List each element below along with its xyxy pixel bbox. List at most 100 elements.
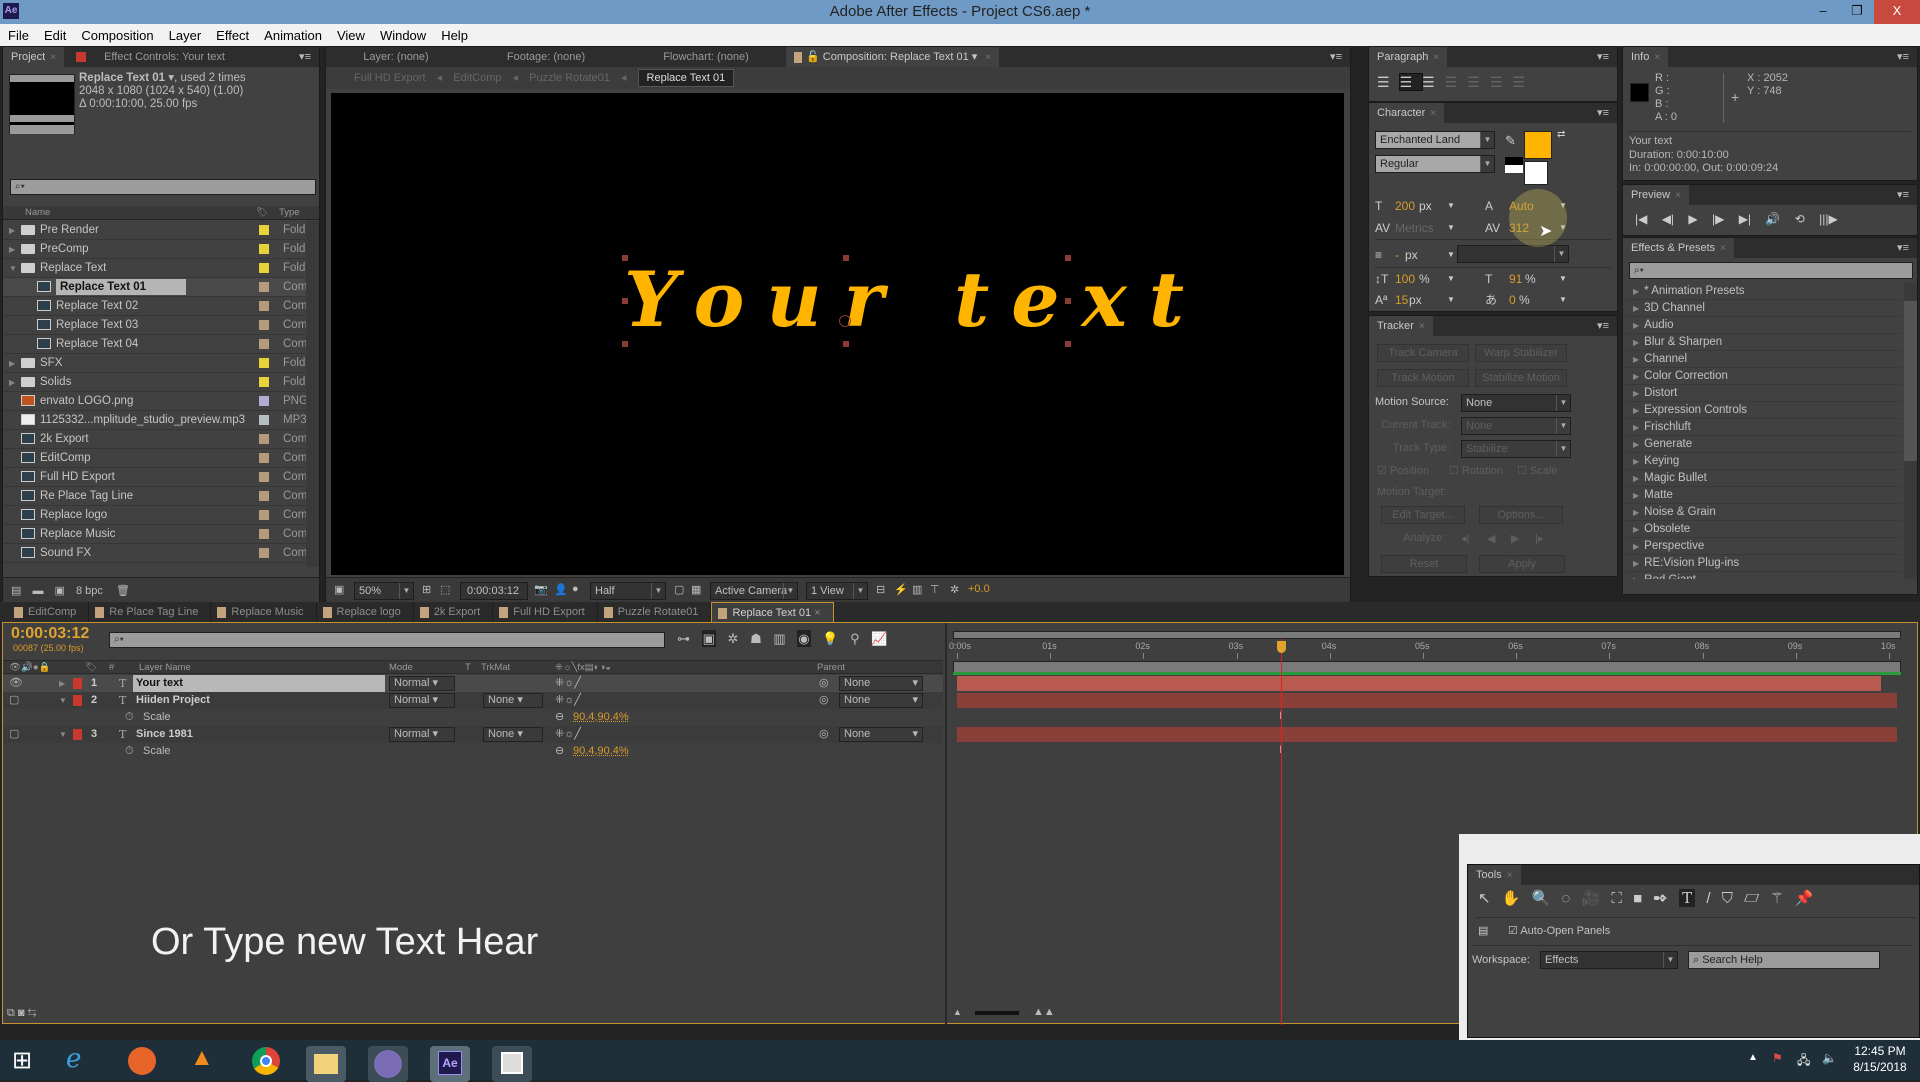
- timeline-tab[interactable]: EditComp: [8, 602, 90, 622]
- expand-arrow-icon[interactable]: ▶: [1633, 372, 1639, 381]
- label-color-swatch[interactable]: [259, 491, 269, 501]
- collapsed-arrow-icon[interactable]: ▶: [9, 221, 21, 240]
- project-scrollbar[interactable]: [306, 221, 319, 567]
- panel-menu-icon[interactable]: ▾≡: [299, 50, 311, 63]
- audio-icon[interactable]: 🔊: [1765, 212, 1780, 226]
- always-preview-icon[interactable]: ▣: [334, 583, 344, 596]
- label-color-swatch[interactable]: [259, 282, 269, 292]
- parent-dropdown[interactable]: None ▾: [839, 693, 923, 708]
- collapsed-arrow-icon[interactable]: ▶: [9, 373, 21, 392]
- exposure-value[interactable]: +0.0: [968, 583, 990, 595]
- property-row[interactable]: ⏱ Scale ⊖ 90.4,90.4%: [3, 709, 943, 726]
- swap-colors-icon[interactable]: ⇄: [1557, 129, 1565, 140]
- layer-mode-dropdown[interactable]: Normal ▾: [389, 676, 455, 691]
- layer-label-color[interactable]: [73, 678, 82, 689]
- panel-menu-icon[interactable]: ▾≡: [1597, 106, 1609, 119]
- frame-blending-icon[interactable]: ▥: [773, 631, 785, 646]
- visibility-icon[interactable]: ▢: [9, 726, 19, 743]
- minimize-button[interactable]: –: [1806, 0, 1840, 24]
- effects-category[interactable]: ▶ Obsolete: [1625, 521, 1901, 538]
- horizontal-scale-value[interactable]: 91: [1509, 268, 1522, 290]
- project-item[interactable]: Full HD Export Com: [3, 468, 307, 487]
- effects-category[interactable]: ▶ Distort: [1625, 385, 1901, 402]
- expanded-arrow-icon[interactable]: ▼: [59, 692, 67, 709]
- eyedropper-icon[interactable]: ✎: [1505, 133, 1516, 149]
- effects-scrollbar[interactable]: [1904, 283, 1917, 579]
- effects-category[interactable]: ▶Red Giant: [1625, 572, 1901, 579]
- zoom-in-icon[interactable]: ▲▲: [1033, 1006, 1055, 1018]
- brush-tool-icon[interactable]: /: [1706, 890, 1710, 907]
- pen-tool-icon[interactable]: ✒: [1653, 890, 1668, 907]
- warp-stabilizer-button[interactable]: Warp Stabilizer: [1475, 344, 1567, 362]
- expand-arrow-icon[interactable]: ▶: [1633, 304, 1639, 313]
- transparency-grid-icon[interactable]: ⬚: [440, 583, 450, 596]
- vlc-icon[interactable]: ▲: [190, 1044, 214, 1072]
- camera-tool-icon[interactable]: 🎥: [1582, 890, 1601, 907]
- label-tag-icon[interactable]: 🏷: [85, 661, 97, 674]
- expand-arrow-icon[interactable]: ▶: [1633, 338, 1639, 347]
- black-white-swatch[interactable]: [1505, 157, 1523, 173]
- project-item[interactable]: envato LOGO.png PNG: [3, 392, 308, 411]
- label-color-swatch[interactable]: [259, 510, 269, 520]
- volume-icon[interactable]: 🔈: [1822, 1051, 1837, 1065]
- draft-3d-icon[interactable]: ✲: [728, 631, 739, 646]
- scale-value[interactable]: 90.4,90.4%: [573, 743, 629, 760]
- text-layer-bounds[interactable]: Your text: [624, 257, 1184, 343]
- position-checkbox[interactable]: ☑ Position: [1377, 464, 1429, 477]
- interpret-footage-icon[interactable]: ▤: [11, 585, 21, 597]
- last-frame-icon[interactable]: ▶|: [1739, 212, 1751, 226]
- baseline-shift-value[interactable]: 15: [1395, 289, 1408, 311]
- previous-frame-icon[interactable]: ◀|: [1662, 212, 1674, 226]
- rotation-checkbox[interactable]: ☐ Rotation: [1449, 464, 1503, 477]
- panel-menu-icon[interactable]: ▾≡: [1897, 241, 1909, 254]
- effects-category[interactable]: ▶ Color Correction: [1625, 368, 1901, 385]
- tsume-value[interactable]: 0: [1509, 289, 1516, 311]
- kerning-value[interactable]: Metrics: [1395, 217, 1434, 239]
- project-item[interactable]: Sound FX Com: [3, 544, 307, 563]
- stroke-width-value[interactable]: -: [1395, 244, 1399, 266]
- layer-name[interactable]: Since 1981: [133, 726, 385, 743]
- expand-arrow-icon[interactable]: ▶: [1633, 355, 1639, 364]
- show-hidden-icons[interactable]: ▲: [1748, 1052, 1758, 1063]
- snapshot-icon[interactable]: 📷: [534, 583, 548, 596]
- expand-arrow-icon[interactable]: ▶: [1633, 508, 1639, 517]
- tab-preview[interactable]: Preview ×: [1623, 185, 1689, 205]
- label-color-swatch[interactable]: [259, 358, 269, 368]
- menu-help[interactable]: Help: [441, 28, 468, 43]
- project-item[interactable]: 2k Export Com: [3, 430, 307, 449]
- font-family-dropdown[interactable]: Enchanted Land ▼: [1375, 131, 1495, 149]
- collapsed-arrow-icon[interactable]: ▶: [9, 240, 21, 259]
- pan-behind-tool-icon[interactable]: ⛶: [1611, 890, 1622, 907]
- timeline-tab[interactable]: Replace Text 01 ×: [711, 602, 834, 622]
- project-item[interactable]: ▶ SFX Fold: [3, 354, 305, 373]
- switches-icons[interactable]: ⁜☼╲fx▤◐◑◒: [555, 661, 611, 674]
- toggle-pixel-aspect-icon[interactable]: ⊟: [876, 583, 885, 596]
- first-frame-icon[interactable]: |◀: [1635, 212, 1647, 226]
- col-name[interactable]: Name: [25, 206, 50, 220]
- current-track-dropdown[interactable]: None ▼: [1461, 417, 1571, 435]
- col-t[interactable]: T: [465, 661, 471, 674]
- menu-window[interactable]: Window: [380, 28, 426, 43]
- motion-blur-icon[interactable]: ◉: [797, 630, 811, 647]
- label-color-swatch[interactable]: [259, 529, 269, 539]
- layer-row[interactable]: 👁 ▶ 1 T Your text Normal ▾ ⁜☼╱ ◎ None ▾: [3, 675, 943, 692]
- menu-view[interactable]: View: [337, 28, 365, 43]
- timeline-tab[interactable]: Replace logo: [317, 602, 414, 622]
- parent-dropdown[interactable]: None ▾: [839, 727, 923, 742]
- workspace-menu-icon[interactable]: ▤: [1478, 924, 1488, 937]
- effects-search-input[interactable]: ⌕▾: [1629, 262, 1913, 279]
- label-color-swatch[interactable]: [259, 396, 269, 406]
- effects-category[interactable]: ▶ Matte: [1625, 487, 1901, 504]
- effects-category[interactable]: ▶ Expression Controls: [1625, 402, 1901, 419]
- fast-previews-icon[interactable]: ▢: [674, 583, 684, 596]
- loop-icon[interactable]: ⟲: [1795, 212, 1805, 226]
- edit-target-button[interactable]: Edit Target...: [1381, 506, 1465, 524]
- reset-exposure-icon[interactable]: ✲: [950, 583, 959, 596]
- menu-file[interactable]: File: [8, 28, 29, 43]
- network-icon[interactable]: 🖧: [1797, 1051, 1810, 1072]
- analyze-back-1-icon[interactable]: ◂|: [1461, 532, 1469, 545]
- type-tool-icon[interactable]: T: [1679, 889, 1696, 907]
- panel-menu-icon[interactable]: ▾≡: [1897, 188, 1909, 201]
- effects-category[interactable]: ▶ Blur & Sharpen: [1625, 334, 1901, 351]
- clock-date[interactable]: 8/15/2018: [1848, 1059, 1912, 1075]
